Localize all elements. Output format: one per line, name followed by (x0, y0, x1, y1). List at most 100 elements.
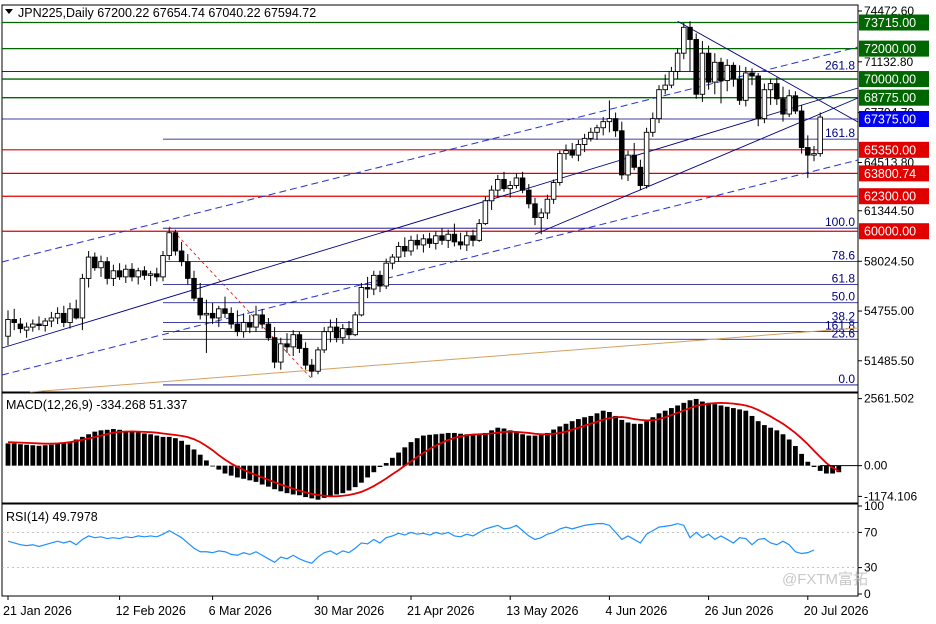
candle-body (749, 72, 755, 77)
candle-body (408, 239, 414, 252)
macd-bar (346, 465, 352, 491)
macd-bar (470, 434, 476, 466)
candle-body (73, 308, 79, 319)
candle-body (451, 233, 458, 243)
candle-body (278, 343, 284, 363)
macd-bar (768, 427, 773, 466)
candle-body (550, 182, 557, 200)
candle-body (315, 349, 321, 372)
candle-body (526, 189, 532, 205)
macd-bar (5, 443, 11, 466)
candle-body (364, 287, 371, 290)
fib-level-label: 161.8 (825, 126, 855, 140)
fib-level-label: 61.8 (832, 271, 856, 285)
candle-body (371, 274, 377, 290)
candle-body (383, 262, 389, 287)
candle-body (340, 328, 346, 339)
candle-body (23, 326, 30, 331)
macd-bar (786, 439, 792, 466)
candle-body (147, 273, 154, 276)
candle-body (61, 312, 67, 323)
macd-bar (805, 461, 811, 466)
macd-bar (185, 444, 191, 466)
macd-bar (439, 433, 445, 466)
macd-bar (793, 446, 798, 466)
macd-bar (675, 405, 680, 466)
candle-body (786, 95, 792, 115)
candle-body (507, 185, 513, 190)
candle-body (284, 343, 290, 348)
price-tick-label: 51485.50 (864, 354, 914, 368)
candle-body (178, 250, 185, 263)
macd-bar (210, 465, 215, 467)
candle-body (321, 331, 327, 351)
candle-body (445, 233, 451, 241)
macd-bar (724, 406, 730, 466)
macd-bar (334, 465, 339, 495)
fib-level-label: 0.0 (838, 372, 855, 386)
macd-bar (613, 415, 618, 466)
macd-bar (166, 436, 172, 466)
candle-body (612, 118, 619, 132)
candle-body (575, 144, 582, 156)
macd-bar (458, 433, 463, 466)
macd-tick-label: 2561.502 (864, 392, 914, 406)
candle-body (662, 84, 668, 91)
macd-bar (507, 430, 513, 466)
candle-body (67, 308, 73, 323)
candle-body (302, 347, 309, 366)
candle-body (259, 314, 265, 325)
candle-body (724, 64, 730, 82)
candle-body (265, 323, 272, 339)
candle-body (693, 39, 699, 95)
candle-body (141, 270, 148, 276)
macd-bar (538, 434, 544, 466)
candle-body (513, 177, 520, 187)
macd-bar (241, 465, 246, 479)
macd-bar (501, 428, 507, 466)
candle-body (135, 270, 141, 278)
candle-body (606, 118, 613, 123)
macd-bar (390, 457, 395, 466)
macd-bar (321, 465, 327, 498)
macd-bar (228, 465, 234, 476)
time-tick-label: 12 Feb 2026 (116, 604, 186, 618)
macd-bar (743, 410, 749, 466)
macd-bar (160, 436, 166, 466)
candle-body (712, 61, 718, 83)
macd-bar (36, 445, 42, 466)
candle-body (668, 70, 675, 86)
candle-body (780, 98, 786, 115)
level-tag-label: 70000.00 (864, 73, 916, 87)
candle-body (166, 232, 172, 257)
candle-body (358, 287, 365, 316)
candle-body (476, 223, 482, 241)
macd-bar (644, 421, 649, 466)
macd-bar (638, 423, 643, 466)
macd-bar (631, 423, 637, 466)
candle-body (637, 166, 644, 187)
rsi-tick-label: 100 (864, 499, 884, 513)
candle-body (222, 308, 228, 314)
macd-bar (780, 434, 786, 466)
macd-bar (123, 430, 129, 466)
macd-bar (607, 412, 612, 466)
macd-bar (204, 460, 209, 466)
rsi-tick-label: 0 (864, 587, 871, 601)
rsi-tick-label: 70 (864, 525, 878, 539)
macd-bar (520, 434, 525, 466)
macd-bar (545, 432, 550, 466)
macd-bar (774, 430, 780, 466)
candle-body (36, 323, 42, 327)
level-tag-label: 68775.00 (864, 91, 916, 105)
macd-bar (687, 400, 693, 466)
candle-body (11, 319, 17, 323)
macd-bar (712, 404, 718, 466)
macd-bar (61, 442, 67, 466)
candle-body (569, 150, 575, 156)
candle-body (191, 277, 197, 299)
candle-body (240, 322, 247, 333)
candle-body (718, 61, 724, 82)
macd-bar (67, 441, 73, 466)
candle-body (185, 261, 191, 279)
